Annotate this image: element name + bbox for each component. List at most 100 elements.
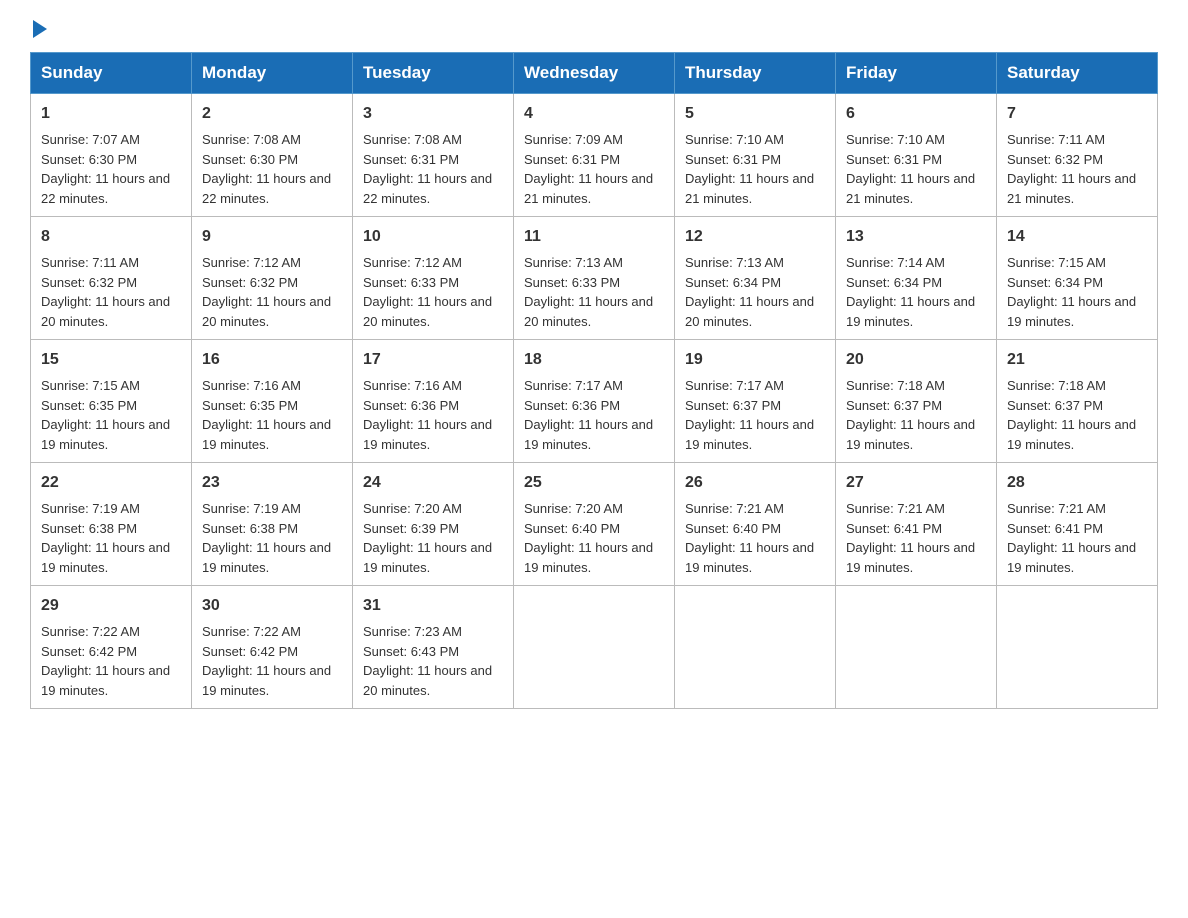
sunset-text: Sunset: 6:37 PM — [685, 398, 781, 413]
daylight-text: Daylight: 11 hours and 22 minutes. — [41, 171, 170, 206]
sunrise-text: Sunrise: 7:08 AM — [363, 132, 462, 147]
sunset-text: Sunset: 6:33 PM — [524, 275, 620, 290]
day-number: 28 — [1007, 471, 1147, 495]
calendar-day-4: 4 Sunrise: 7:09 AM Sunset: 6:31 PM Daylight… — [514, 94, 675, 217]
calendar-day-9: 9Sunrise: 7:12 AMSunset: 6:32 PMDaylight… — [192, 217, 353, 340]
day-header-saturday: Saturday — [997, 53, 1158, 94]
day-number: 7 — [1007, 102, 1147, 126]
sunset-text: Sunset: 6:34 PM — [1007, 275, 1103, 290]
day-header-wednesday: Wednesday — [514, 53, 675, 94]
sunrise-text: Sunrise: 7:12 AM — [202, 255, 301, 270]
sunset-text: Sunset: 6:32 PM — [41, 275, 137, 290]
calendar-week-3: 15Sunrise: 7:15 AMSunset: 6:35 PMDayligh… — [31, 340, 1158, 463]
page-header — [30, 20, 1158, 32]
sunrise-text: Sunrise: 7:08 AM — [202, 132, 301, 147]
daylight-text: Daylight: 11 hours and 20 minutes. — [524, 294, 653, 329]
day-number: 3 — [363, 102, 503, 126]
day-number: 18 — [524, 348, 664, 372]
sunrise-text: Sunrise: 7:23 AM — [363, 624, 462, 639]
calendar-day-17: 17 Sunrise: 7:16 AM Sunset: 6:36 PM Dayligh… — [353, 340, 514, 463]
calendar-day-11: 11Sunrise: 7:13 AMSunset: 6:33 PMDayligh… — [514, 217, 675, 340]
empty-cell — [836, 586, 997, 709]
daylight-text: Daylight: 11 hours and 19 minutes. — [202, 663, 331, 698]
sunset-text: Sunset: 6:40 PM — [524, 521, 620, 536]
daylight-text: Daylight: 11 hours and 19 minutes. — [1007, 417, 1136, 452]
day-number: 24 — [363, 471, 503, 495]
daylight-text: Daylight: 11 hours and 19 minutes. — [685, 417, 814, 452]
day-number: 19 — [685, 348, 825, 372]
day-number: 12 — [685, 225, 825, 249]
calendar-day-30: 30Sunrise: 7:22 AMSunset: 6:42 PMDayligh… — [192, 586, 353, 709]
calendar-day-20: 20Sunrise: 7:18 AMSunset: 6:37 PMDayligh… — [836, 340, 997, 463]
sunset-text: Sunset: 6:43 PM — [363, 644, 459, 659]
daylight-text: Daylight: 11 hours and 19 minutes. — [846, 540, 975, 575]
sunrise-text: Sunrise: 7:16 AM — [363, 378, 462, 393]
sunrise-text: Sunrise: 7:17 AM — [524, 378, 623, 393]
sunrise-text: Sunrise: 7:13 AM — [524, 255, 623, 270]
calendar-day-19: 19Sunrise: 7:17 AMSunset: 6:37 PMDayligh… — [675, 340, 836, 463]
calendar-day-3: 3Sunrise: 7:08 AMSunset: 6:31 PMDaylight… — [353, 94, 514, 217]
daylight-text: Daylight: 11 hours and 21 minutes. — [1007, 171, 1136, 206]
calendar-day-27: 27Sunrise: 7:21 AMSunset: 6:41 PMDayligh… — [836, 463, 997, 586]
daylight-text: Daylight: 11 hours and 20 minutes. — [41, 294, 170, 329]
sunset-text: Sunset: 6:38 PM — [41, 521, 137, 536]
day-number: 15 — [41, 348, 181, 372]
daylight-text: Daylight: 11 hours and 19 minutes. — [363, 417, 492, 452]
sunset-text: Sunset: 6:31 PM — [524, 152, 620, 167]
calendar-day-23: 23Sunrise: 7:19 AMSunset: 6:38 PMDayligh… — [192, 463, 353, 586]
day-number: 27 — [846, 471, 986, 495]
sunset-text: Sunset: 6:36 PM — [363, 398, 459, 413]
day-number: 5 — [685, 102, 825, 126]
sunrise-text: Sunrise: 7:20 AM — [363, 501, 462, 516]
calendar-day-24: 24 Sunrise: 7:20 AM Sunset: 6:39 PM Dayligh… — [353, 463, 514, 586]
calendar-day-22: 22Sunrise: 7:19 AMSunset: 6:38 PMDayligh… — [31, 463, 192, 586]
day-header-friday: Friday — [836, 53, 997, 94]
sunrise-text: Sunrise: 7:19 AM — [202, 501, 301, 516]
empty-cell — [675, 586, 836, 709]
day-number: 29 — [41, 594, 181, 618]
sunset-text: Sunset: 6:31 PM — [685, 152, 781, 167]
daylight-text: Daylight: 11 hours and 19 minutes. — [363, 540, 492, 575]
calendar-day-2: 2Sunrise: 7:08 AMSunset: 6:30 PMDaylight… — [192, 94, 353, 217]
day-number: 13 — [846, 225, 986, 249]
sunrise-text: Sunrise: 7:18 AM — [846, 378, 945, 393]
daylight-text: Daylight: 11 hours and 22 minutes. — [363, 171, 492, 206]
day-header-monday: Monday — [192, 53, 353, 94]
sunrise-text: Sunrise: 7:21 AM — [685, 501, 784, 516]
header-row: SundayMondayTuesdayWednesdayThursdayFrid… — [31, 53, 1158, 94]
calendar-day-13: 13Sunrise: 7:14 AMSunset: 6:34 PMDayligh… — [836, 217, 997, 340]
day-number: 4 — [524, 102, 664, 126]
sunset-text: Sunset: 6:33 PM — [363, 275, 459, 290]
day-number: 31 — [363, 594, 503, 618]
calendar-day-28: 28Sunrise: 7:21 AMSunset: 6:41 PMDayligh… — [997, 463, 1158, 586]
daylight-text: Daylight: 11 hours and 19 minutes. — [41, 417, 170, 452]
calendar-day-18: 18Sunrise: 7:17 AMSunset: 6:36 PMDayligh… — [514, 340, 675, 463]
sunrise-text: Sunrise: 7:22 AM — [202, 624, 301, 639]
daylight-text: Daylight: 11 hours and 20 minutes. — [685, 294, 814, 329]
daylight-text: Daylight: 11 hours and 19 minutes. — [524, 417, 653, 452]
calendar-week-2: 8Sunrise: 7:11 AMSunset: 6:32 PMDaylight… — [31, 217, 1158, 340]
daylight-text: Daylight: 11 hours and 20 minutes. — [363, 294, 492, 329]
sunset-text: Sunset: 6:34 PM — [846, 275, 942, 290]
sunset-text: Sunset: 6:42 PM — [41, 644, 137, 659]
sunrise-text: Sunrise: 7:21 AM — [846, 501, 945, 516]
daylight-text: Daylight: 11 hours and 21 minutes. — [524, 171, 653, 206]
daylight-text: Daylight: 11 hours and 21 minutes. — [846, 171, 975, 206]
day-number: 14 — [1007, 225, 1147, 249]
day-number: 17 — [363, 348, 503, 372]
daylight-text: Daylight: 11 hours and 22 minutes. — [202, 171, 331, 206]
logo — [30, 20, 47, 32]
sunset-text: Sunset: 6:35 PM — [41, 398, 137, 413]
daylight-text: Daylight: 11 hours and 20 minutes. — [202, 294, 331, 329]
sunset-text: Sunset: 6:31 PM — [846, 152, 942, 167]
sunset-text: Sunset: 6:32 PM — [1007, 152, 1103, 167]
calendar-day-16: 16Sunrise: 7:16 AMSunset: 6:35 PMDayligh… — [192, 340, 353, 463]
calendar-day-26: 26Sunrise: 7:21 AMSunset: 6:40 PMDayligh… — [675, 463, 836, 586]
logo-arrow-icon — [33, 20, 47, 38]
daylight-text: Daylight: 11 hours and 19 minutes. — [202, 540, 331, 575]
sunset-text: Sunset: 6:39 PM — [363, 521, 459, 536]
sunrise-text: Sunrise: 7:09 AM — [524, 132, 623, 147]
calendar-day-1: 1Sunrise: 7:07 AMSunset: 6:30 PMDaylight… — [31, 94, 192, 217]
daylight-text: Daylight: 11 hours and 19 minutes. — [202, 417, 331, 452]
calendar-day-31: 31Sunrise: 7:23 AMSunset: 6:43 PMDayligh… — [353, 586, 514, 709]
